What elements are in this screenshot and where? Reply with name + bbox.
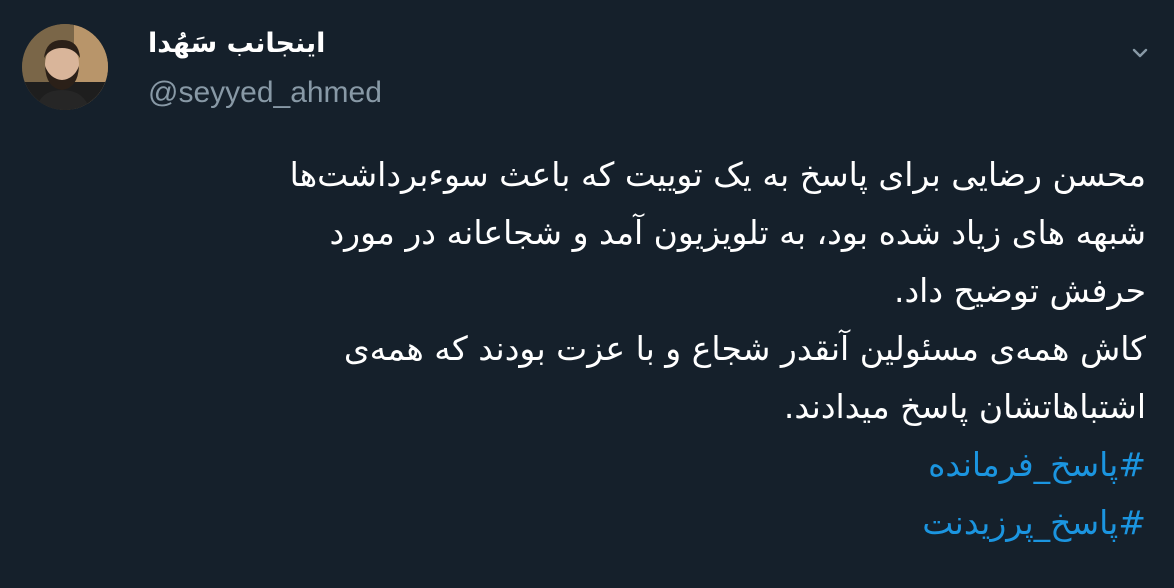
author-display-name[interactable]: اینجانب سَهُدا	[148, 28, 325, 59]
tweet-text-line: اشتباهاتشان پاسخ میدادند.	[783, 387, 1146, 426]
tweet-text: محسن رضایی برای پاسخ به یک توییت که باعث…	[46, 146, 1146, 552]
tweet-text-line: محسن رضایی برای پاسخ به یک توییت که باعث…	[289, 155, 1146, 194]
tweet-card: اینجانب سَهُدا @seyyed_ahmed محسن رضایی …	[0, 0, 1174, 588]
avatar[interactable]	[22, 24, 108, 110]
hashtag-link[interactable]: #پاسخ_پرزیدنت	[46, 494, 1146, 552]
author-handle[interactable]: @seyyed_ahmed	[148, 76, 382, 110]
chevron-down-icon[interactable]	[1127, 40, 1153, 66]
tweet-text-line: شبهه های زیاد شده بود، به تلویزیون آمد و…	[329, 213, 1146, 252]
tweet-text-line: حرفش توضیح داد.	[894, 271, 1146, 310]
hashtag-link[interactable]: #پاسخ_فرمانده	[46, 436, 1146, 494]
tweet-text-line: کاش همه‌ی مسئولین آنقدر شجاع و با عزت بو…	[343, 329, 1146, 368]
